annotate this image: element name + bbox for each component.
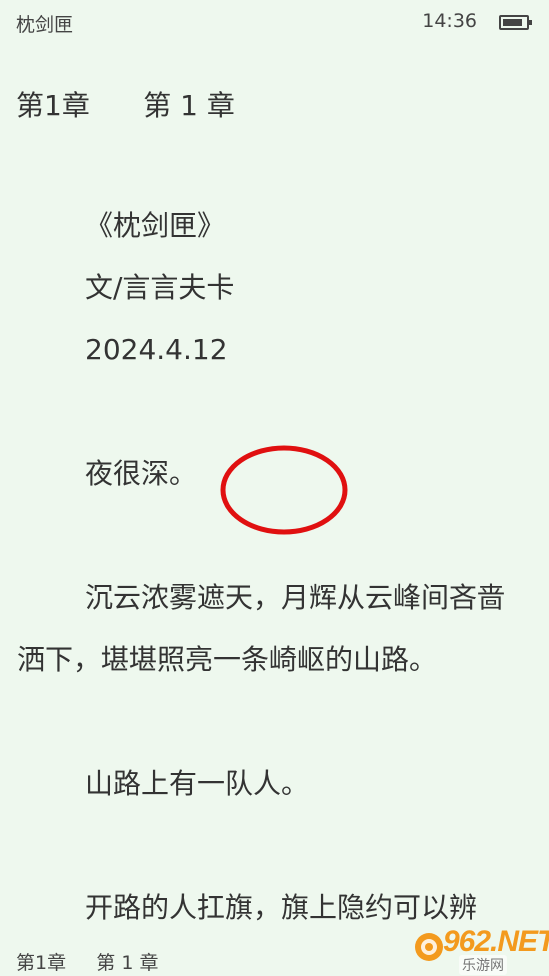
site-watermark: 962.NET 乐游网 [413, 925, 549, 975]
book-title: 枕剑匣 [16, 14, 74, 36]
watermark-logo-icon [415, 933, 443, 961]
battery-icon [499, 15, 532, 30]
battery-cap [529, 20, 532, 25]
paragraph: 夜很深。 [85, 457, 198, 490]
paragraph: 沉云浓雾遮天，月辉从云峰间吝啬洒下，堪堪照亮一条崎岖的山路。 [17, 581, 506, 676]
watermark-text: 962.NET [443, 925, 549, 958]
date-line: 2024.4.12 [85, 333, 228, 366]
author-line: 文/言言夫卡 [85, 271, 235, 304]
chapter-title: 第1章 第 1 章 [16, 89, 235, 122]
footer-chapter: 第1章 第 1 章 [16, 952, 159, 974]
watermark-subtext: 乐游网 [459, 955, 507, 975]
battery-level [503, 19, 522, 26]
clock: 14:36 [422, 10, 477, 32]
paragraph: 山路上有一队人。 [85, 767, 310, 800]
book-name: 《枕剑匣》 [85, 209, 226, 242]
reading-content[interactable]: 《枕剑匣》 文/言言夫卡 2024.4.12 夜很深。 沉云浓雾遮天，月辉从云峰… [17, 195, 532, 939]
status-bar: 枕剑匣 14:36 [0, 0, 549, 44]
